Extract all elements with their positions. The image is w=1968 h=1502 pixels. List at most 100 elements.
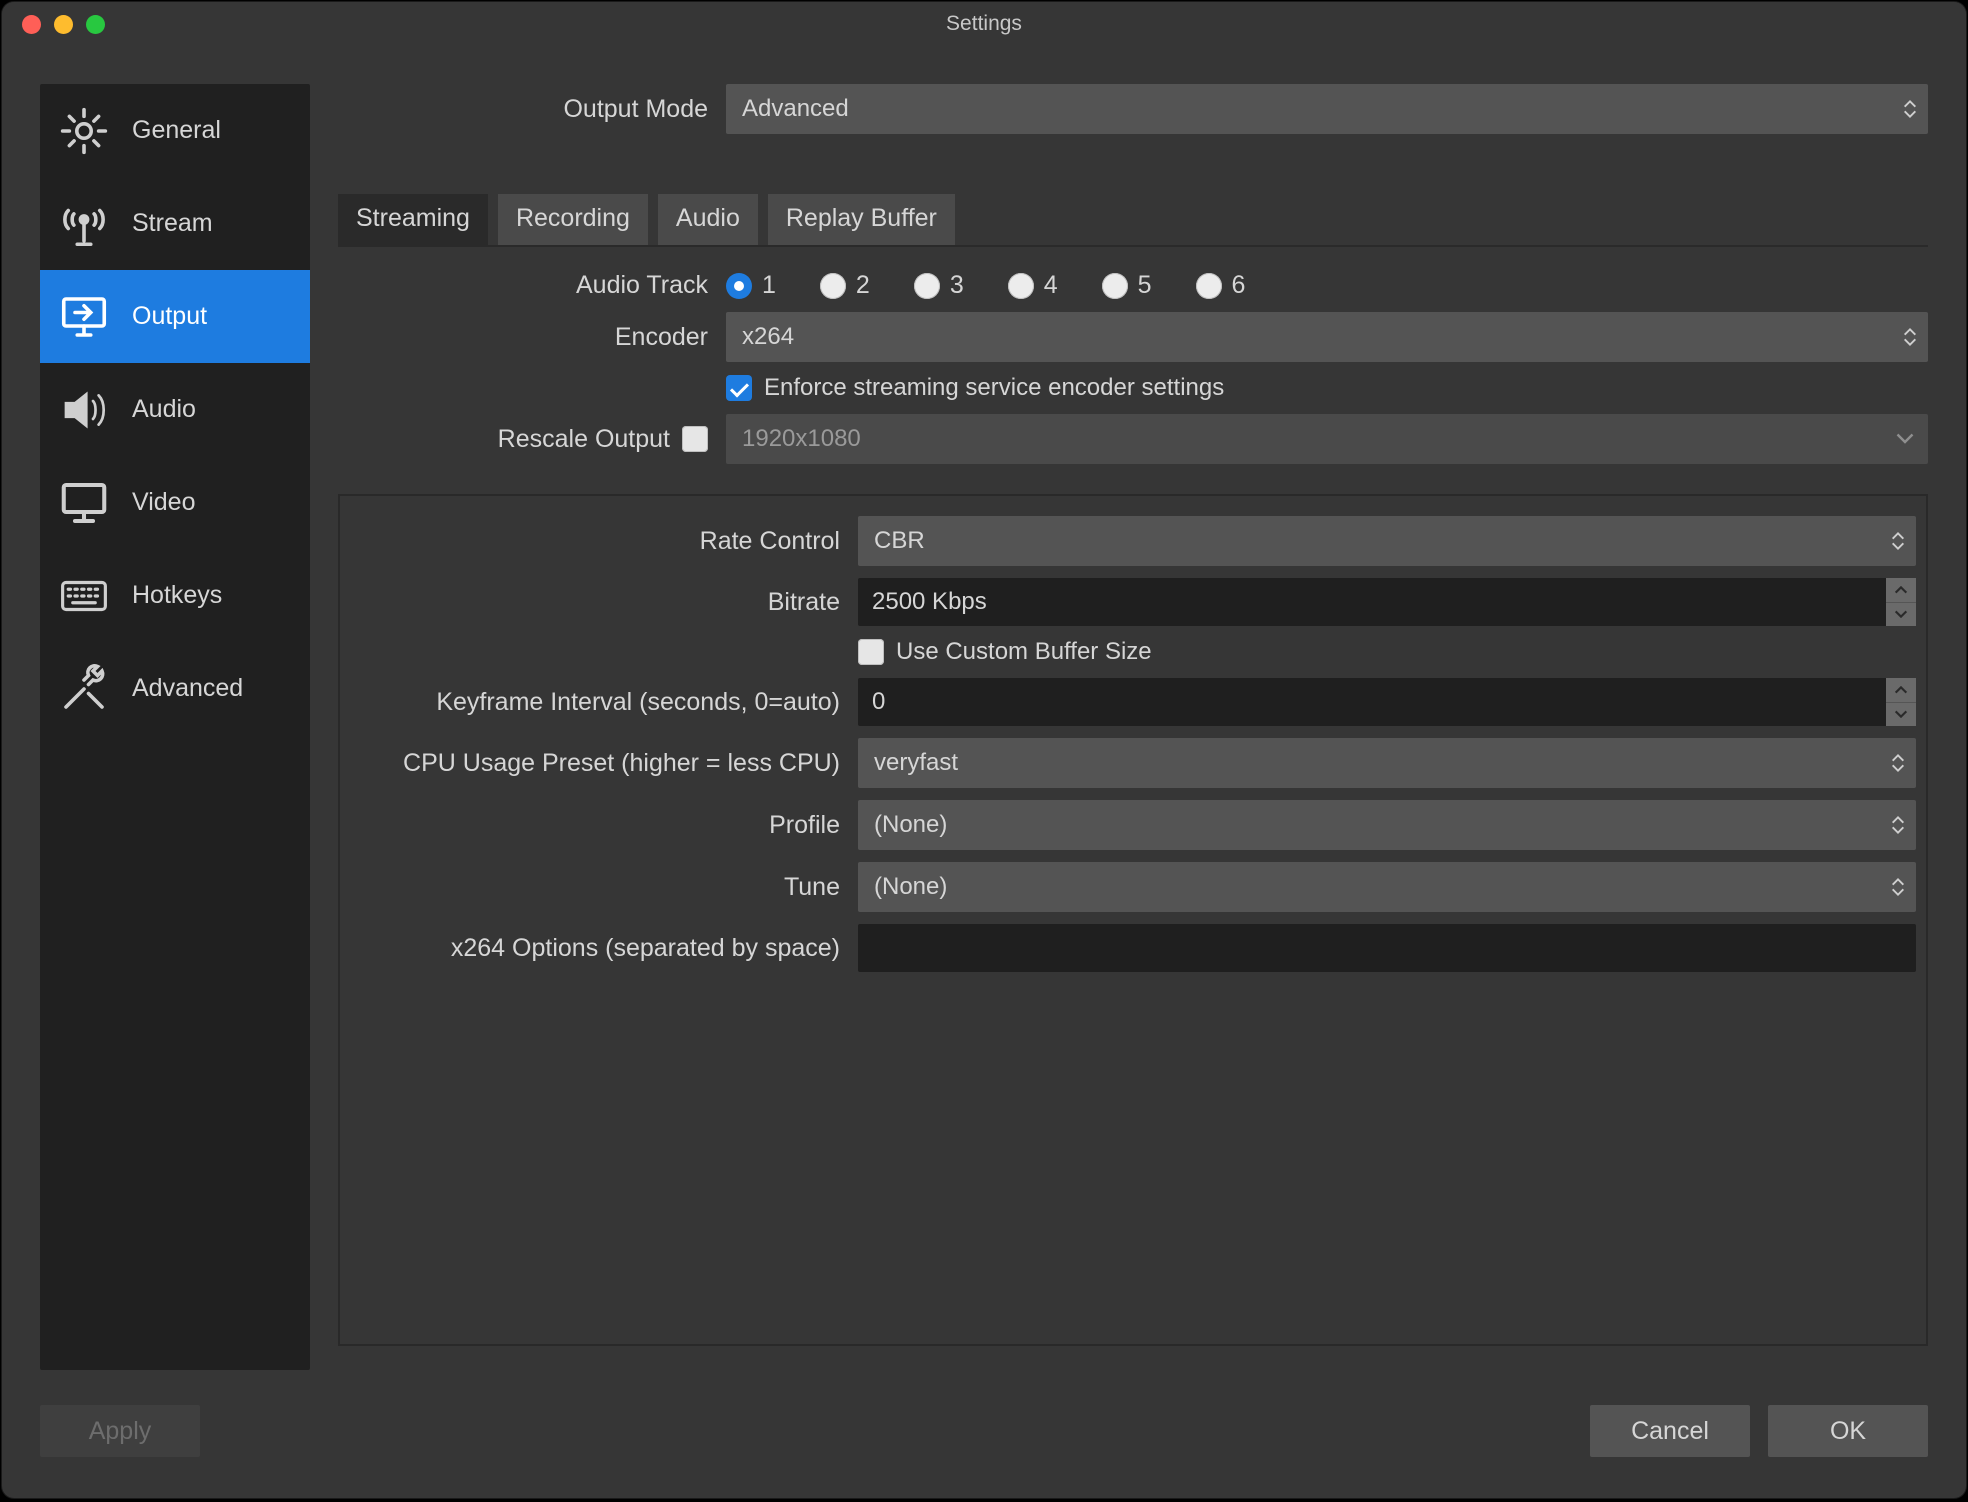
step-down-icon[interactable]: [1886, 602, 1916, 627]
tab-label: Recording: [516, 204, 630, 232]
radio-icon: [1008, 273, 1034, 299]
x264-opts-row: x264 Options (separated by space): [350, 924, 1916, 972]
profile-row: Profile (None): [350, 800, 1916, 850]
sidebar-item-stream[interactable]: Stream: [40, 177, 310, 270]
stepper-icon: [1886, 806, 1910, 844]
radio-icon: [726, 273, 752, 299]
profile-label: Profile: [350, 811, 858, 840]
audio-track-row: Audio Track 1 2 3 4 5 6: [338, 271, 1928, 300]
radio-label: 6: [1232, 271, 1246, 300]
spin-stepper[interactable]: [1886, 578, 1916, 626]
step-down-icon[interactable]: [1886, 702, 1916, 727]
monitor-arrow-icon: [54, 287, 114, 347]
audio-track-radios: 1 2 3 4 5 6: [726, 271, 1245, 300]
sidebar-item-general[interactable]: General: [40, 84, 310, 177]
tune-label: Tune: [350, 873, 858, 902]
rescale-select[interactable]: 1920x1080: [726, 414, 1928, 464]
tab-streaming[interactable]: Streaming: [338, 194, 488, 245]
enforce-checkbox[interactable]: Enforce streaming service encoder settin…: [726, 374, 1224, 402]
tune-select[interactable]: (None): [858, 862, 1916, 912]
cpu-preset-row: CPU Usage Preset (higher = less CPU) ver…: [350, 738, 1916, 788]
sidebar-item-label: Output: [132, 302, 207, 331]
keyframe-label: Keyframe Interval (seconds, 0=auto): [350, 688, 858, 717]
ok-button[interactable]: OK: [1768, 1405, 1928, 1457]
button-label: Cancel: [1631, 1417, 1709, 1446]
audio-track-3[interactable]: 3: [914, 271, 964, 300]
radio-icon: [914, 273, 940, 299]
radio-label: 1: [762, 271, 776, 300]
keyframe-input[interactable]: 0: [858, 678, 1916, 726]
encoder-label: Encoder: [338, 323, 726, 352]
main-pane: Output Mode Advanced Streaming Recording…: [338, 84, 1928, 1370]
sidebar-item-label: Audio: [132, 395, 196, 424]
stepper-icon: [1898, 318, 1922, 356]
tab-replay-buffer[interactable]: Replay Buffer: [768, 194, 955, 245]
radio-label: 5: [1138, 271, 1152, 300]
window-title: Settings: [2, 12, 1966, 36]
rate-control-label: Rate Control: [350, 527, 858, 556]
output-mode-value: Advanced: [742, 95, 849, 123]
x264-opts-input[interactable]: [858, 924, 1916, 972]
bitrate-row: Bitrate 2500 Kbps: [350, 578, 1916, 626]
encoder-settings-panel: Rate Control CBR Bitr: [338, 494, 1928, 1346]
encoder-select[interactable]: x264: [726, 312, 1928, 362]
speaker-icon: [54, 380, 114, 440]
sidebar-item-advanced[interactable]: Advanced: [40, 642, 310, 735]
titlebar: Settings: [2, 2, 1966, 46]
footer: Apply Cancel OK: [2, 1386, 1966, 1498]
checkbox-icon: [858, 639, 884, 665]
audio-track-1[interactable]: 1: [726, 271, 776, 300]
audio-track-5[interactable]: 5: [1102, 271, 1152, 300]
step-up-icon[interactable]: [1886, 578, 1916, 602]
keyframe-value: 0: [872, 688, 885, 716]
bitrate-label: Bitrate: [350, 588, 858, 617]
enforce-row: Enforce streaming service encoder settin…: [338, 374, 1928, 402]
radio-label: 2: [856, 271, 870, 300]
enforce-label: Enforce streaming service encoder settin…: [764, 374, 1224, 402]
profile-value: (None): [874, 811, 947, 839]
audio-track-4[interactable]: 4: [1008, 271, 1058, 300]
custom-buffer-row: Use Custom Buffer Size: [350, 638, 1916, 666]
radio-label: 3: [950, 271, 964, 300]
stepper-icon: [1886, 868, 1910, 906]
sidebar-item-video[interactable]: Video: [40, 456, 310, 549]
tab-recording[interactable]: Recording: [498, 194, 648, 245]
step-up-icon[interactable]: [1886, 678, 1916, 702]
audio-track-2[interactable]: 2: [820, 271, 870, 300]
apply-button[interactable]: Apply: [40, 1405, 200, 1457]
custom-buffer-label: Use Custom Buffer Size: [896, 638, 1152, 666]
sidebar-item-output[interactable]: Output: [40, 270, 310, 363]
x264-opts-label: x264 Options (separated by space): [350, 934, 858, 963]
radio-icon: [820, 273, 846, 299]
content-area: General Stream: [2, 46, 1966, 1386]
bitrate-value: 2500 Kbps: [872, 588, 987, 616]
rate-control-select[interactable]: CBR: [858, 516, 1916, 566]
keyboard-icon: [54, 566, 114, 626]
chevron-down-icon: [1892, 414, 1918, 464]
audio-track-label: Audio Track: [338, 271, 726, 300]
cpu-preset-select[interactable]: veryfast: [858, 738, 1916, 788]
cancel-button[interactable]: Cancel: [1590, 1405, 1750, 1457]
output-mode-label: Output Mode: [338, 95, 726, 124]
output-mode-select[interactable]: Advanced: [726, 84, 1928, 134]
custom-buffer-checkbox[interactable]: Use Custom Buffer Size: [858, 638, 1152, 666]
audio-track-6[interactable]: 6: [1196, 271, 1246, 300]
profile-select[interactable]: (None): [858, 800, 1916, 850]
sidebar-item-label: Hotkeys: [132, 581, 222, 610]
stepper-icon: [1886, 744, 1910, 782]
sidebar-item-hotkeys[interactable]: Hotkeys: [40, 549, 310, 642]
gear-icon: [54, 101, 114, 161]
tab-label: Replay Buffer: [786, 204, 937, 232]
sidebar-item-label: Advanced: [132, 674, 243, 703]
tab-audio[interactable]: Audio: [658, 194, 758, 245]
rescale-checkbox[interactable]: [682, 426, 708, 452]
spin-stepper[interactable]: [1886, 678, 1916, 726]
sidebar: General Stream: [40, 84, 310, 1370]
button-label: OK: [1830, 1417, 1866, 1446]
output-tabbar: Streaming Recording Audio Replay Buffer: [338, 194, 1928, 247]
sidebar-item-audio[interactable]: Audio: [40, 363, 310, 456]
cpu-preset-label: CPU Usage Preset (higher = less CPU): [350, 749, 858, 778]
bitrate-input[interactable]: 2500 Kbps: [858, 578, 1916, 626]
sidebar-item-label: Stream: [132, 209, 213, 238]
footer-right: Cancel OK: [1590, 1405, 1928, 1457]
